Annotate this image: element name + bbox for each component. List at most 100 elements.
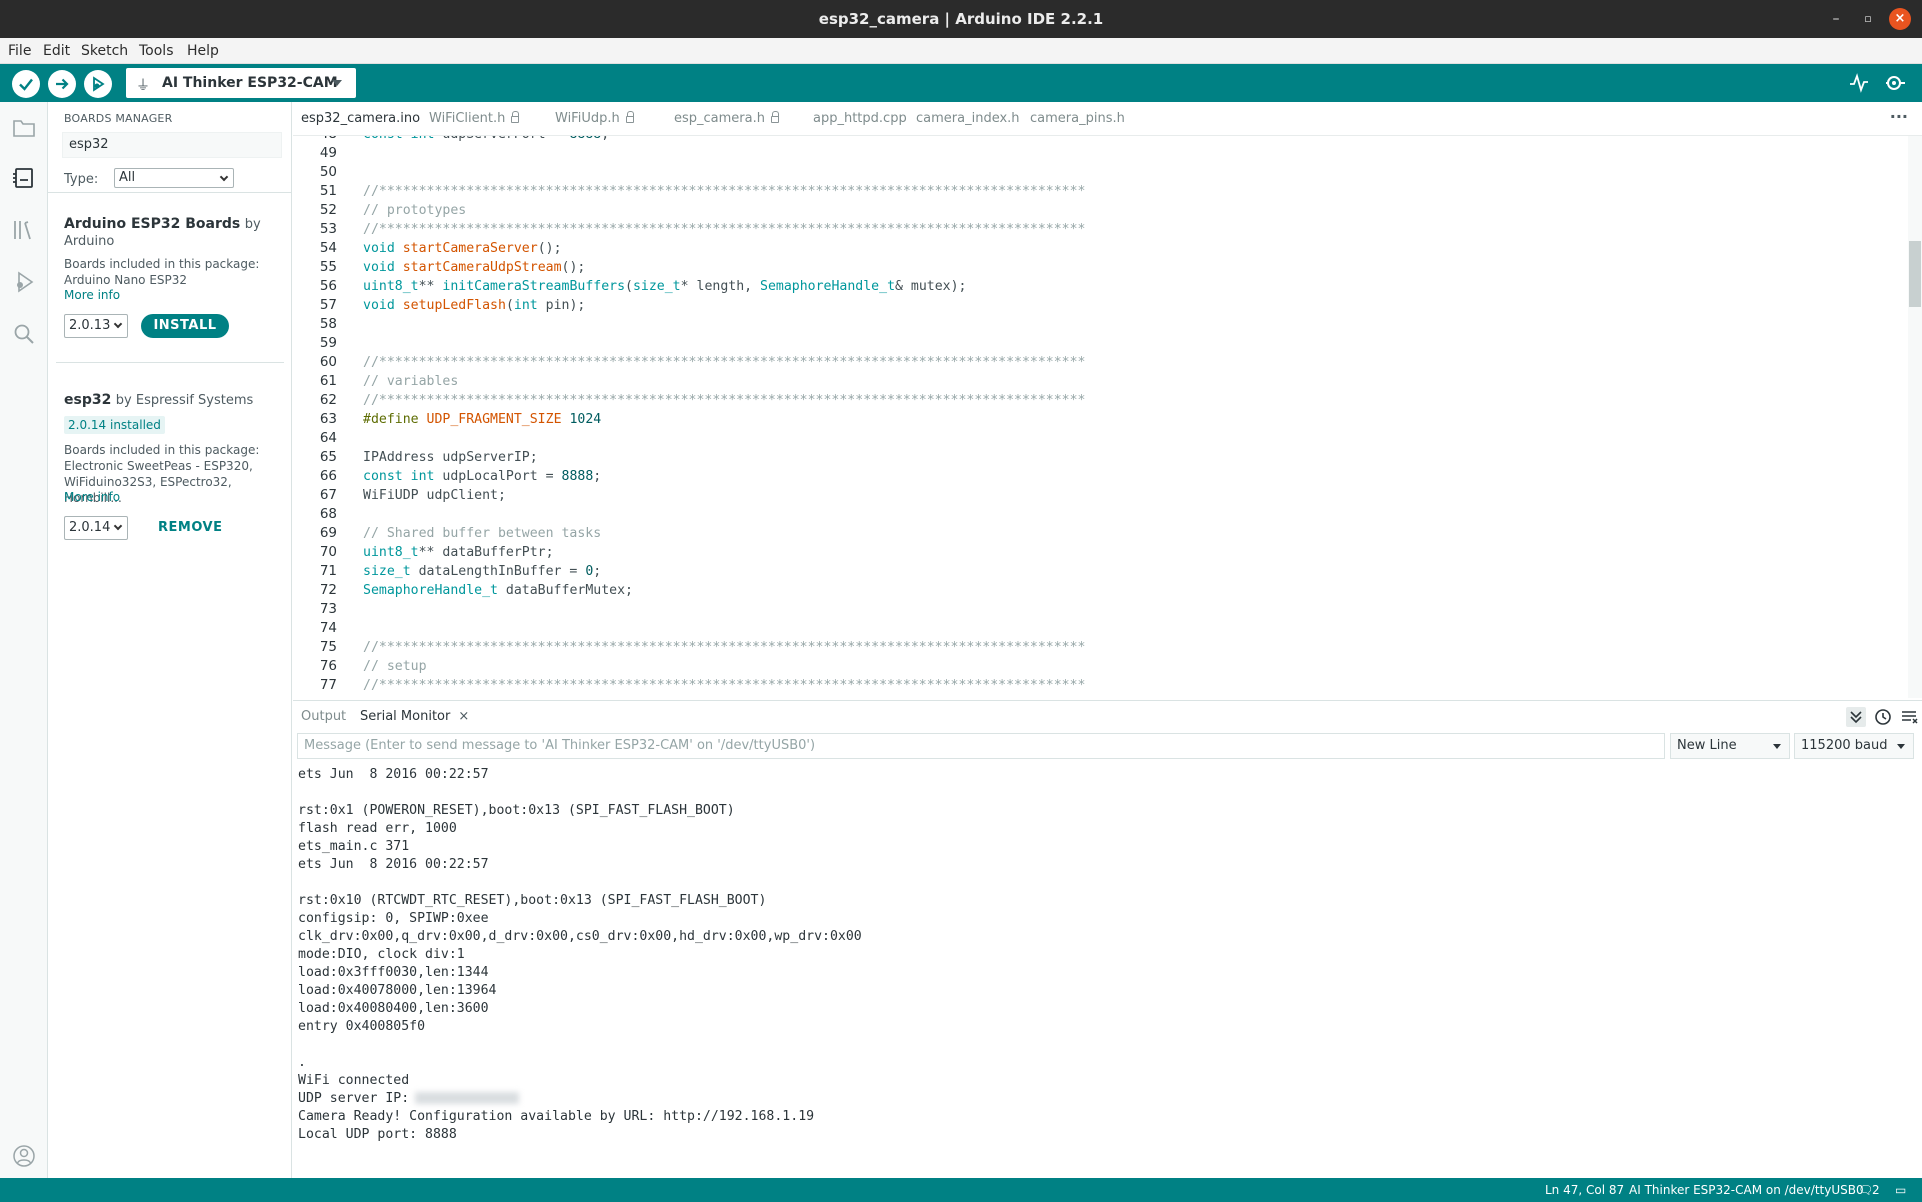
tab-label: esp_camera.h: [674, 111, 765, 126]
serial-line: configsip: 0, SPIWP:0xee: [298, 911, 489, 926]
boards-manager-icon[interactable]: [12, 166, 36, 190]
tab-wifiudp-h[interactable]: WiFiUdp.h: [555, 102, 634, 136]
verify-button[interactable]: [12, 70, 40, 98]
type-filter-select[interactable]: All: [114, 168, 234, 188]
line-number: 71: [319, 563, 337, 579]
line-number: 73: [319, 601, 337, 617]
code-text: #define UDP_FRAGMENT_SIZE 1024: [363, 412, 602, 427]
baud-rate-select[interactable]: 115200 baud: [1794, 733, 1914, 759]
board-selector[interactable]: ⏚ AI Thinker ESP32-CAM: [126, 68, 356, 98]
close-icon[interactable]: ×: [1889, 8, 1911, 30]
more-info-link[interactable]: More info: [64, 288, 120, 302]
board-port-status[interactable]: AI Thinker ESP32-CAM on /dev/ttyUSB0: [1629, 1178, 1864, 1202]
minimize-icon[interactable]: –: [1822, 0, 1850, 38]
code-text: // prototypes: [363, 203, 467, 218]
tab-camera-pins-h[interactable]: camera_pins.h: [1030, 102, 1125, 136]
library-manager-icon[interactable]: [12, 218, 36, 242]
package-desc-label: Boards included in this package:: [64, 443, 260, 457]
menu-sketch[interactable]: Sketch: [81, 38, 128, 64]
board-selector-label: AI Thinker ESP32-CAM: [162, 75, 338, 91]
serial-line: load:0x40080400,len:3600: [298, 1001, 489, 1016]
line-number: 68: [319, 506, 337, 522]
tab-esp32-camera-ino[interactable]: esp32_camera.ino: [301, 102, 420, 136]
menu-tools[interactable]: Tools: [139, 38, 174, 64]
folder-icon[interactable]: [12, 116, 36, 140]
tab-serial-monitor[interactable]: Serial Monitor ×: [360, 701, 469, 733]
install-button[interactable]: INSTALL: [141, 314, 229, 338]
code-text: uint8_t** dataBufferPtr;: [363, 545, 554, 560]
editor-scrollbar[interactable]: [1908, 136, 1922, 698]
editor-scrollbar-thumb[interactable]: [1909, 241, 1921, 307]
line-number: 65: [319, 449, 337, 465]
tab-camera-index-h[interactable]: camera_index.h: [916, 102, 1020, 136]
serial-plotter-icon[interactable]: [1848, 72, 1870, 94]
serial-line: Camera Ready! Configuration available by…: [298, 1109, 815, 1124]
code-text: //**************************************…: [363, 393, 1086, 408]
menu-file[interactable]: File: [8, 38, 31, 64]
timestamp-icon[interactable]: [1873, 707, 1893, 727]
version-select[interactable]: 2.0.14: [64, 516, 128, 540]
account-icon[interactable]: [12, 1144, 36, 1168]
menu-help[interactable]: Help: [187, 38, 219, 64]
serial-line: mode:DIO, clock div:1: [298, 947, 465, 962]
serial-line: ets Jun 8 2016 00:22:57: [298, 857, 489, 872]
tab-label: WiFiUdp.h: [555, 111, 620, 126]
package-boards: Arduino Nano ESP32: [64, 273, 188, 287]
tab-label: app_httpd.cpp: [813, 111, 907, 126]
window-title: esp32_camera | Arduino IDE 2.2.1: [818, 10, 1104, 28]
boards-manager-panel: BOARDS MANAGER esp32 Type: All Arduino E…: [48, 102, 292, 1178]
line-number: 67: [319, 487, 337, 503]
boards-manager-title: BOARDS MANAGER: [64, 112, 173, 125]
line-number: 74: [319, 620, 337, 636]
code-text: //**************************************…: [363, 678, 1086, 693]
line-ending-select[interactable]: New Line: [1670, 733, 1790, 759]
line-number: 51: [319, 183, 337, 199]
code-text: //**************************************…: [363, 355, 1086, 370]
line-number: 77: [319, 677, 337, 693]
line-number: 56: [319, 278, 337, 294]
tab-app-httpd-cpp[interactable]: app_httpd.cpp: [813, 102, 907, 136]
chevron-down-icon: [113, 521, 123, 531]
code-text: IPAddress udpServerIP;: [363, 450, 538, 465]
more-info-link[interactable]: More info: [64, 490, 120, 504]
line-number: 60: [319, 354, 337, 370]
tab-label: esp32_camera.ino: [301, 111, 421, 126]
package-by: by: [244, 217, 261, 232]
cursor-position[interactable]: Ln 47, Col 87: [1545, 1178, 1624, 1202]
tab-wificlient-h[interactable]: WiFiClient.h: [429, 102, 520, 136]
line-number: 48: [293, 136, 337, 144]
more-tabs-icon[interactable]: ···: [1890, 102, 1908, 136]
maximize-icon[interactable]: ▫: [1854, 0, 1882, 38]
divider: [48, 192, 292, 193]
line-number: 55: [319, 259, 337, 275]
autoscroll-icon[interactable]: [1846, 707, 1866, 727]
version-value: 2.0.13: [69, 318, 111, 333]
serial-line-text: UDP server IP:: [298, 1091, 410, 1106]
notifications-icon[interactable]: 🗨: [1858, 1178, 1873, 1202]
version-select[interactable]: 2.0.13: [64, 314, 128, 338]
serial-message-input[interactable]: Message (Enter to send message to 'AI Th…: [297, 733, 1665, 759]
debug-button[interactable]: [84, 70, 112, 98]
tab-esp-camera-h[interactable]: esp_camera.h: [674, 102, 779, 136]
line-number: 61: [319, 373, 337, 389]
boards-search-input[interactable]: esp32: [62, 132, 282, 158]
search-icon[interactable]: [12, 322, 36, 346]
line-number: 52: [319, 202, 337, 218]
panel-toggle-icon[interactable]: ▭: [1895, 1178, 1906, 1202]
type-filter-value: All: [119, 170, 136, 185]
code-editor[interactable]: 48const int udpServerPort = 8888; 49 50 …: [293, 136, 1905, 698]
upload-button[interactable]: [48, 70, 76, 98]
clear-output-icon[interactable]: [1899, 707, 1919, 727]
debug-icon[interactable]: [12, 270, 36, 294]
chevron-down-icon: [332, 80, 342, 86]
serial-monitor-icon[interactable]: [1884, 72, 1906, 94]
remove-button[interactable]: REMOVE: [158, 520, 222, 535]
window-titlebar: esp32_camera | Arduino IDE 2.2.1 – ▫ ×: [0, 0, 1922, 38]
tab-output[interactable]: Output: [301, 701, 346, 733]
close-icon[interactable]: ×: [458, 709, 469, 724]
line-number: 72: [319, 582, 337, 598]
serial-line: .: [298, 1055, 306, 1070]
line-ending-value: New Line: [1677, 738, 1737, 753]
code-text: const int udpLocalPort = 8888;: [363, 469, 602, 484]
menu-edit[interactable]: Edit: [43, 38, 70, 64]
